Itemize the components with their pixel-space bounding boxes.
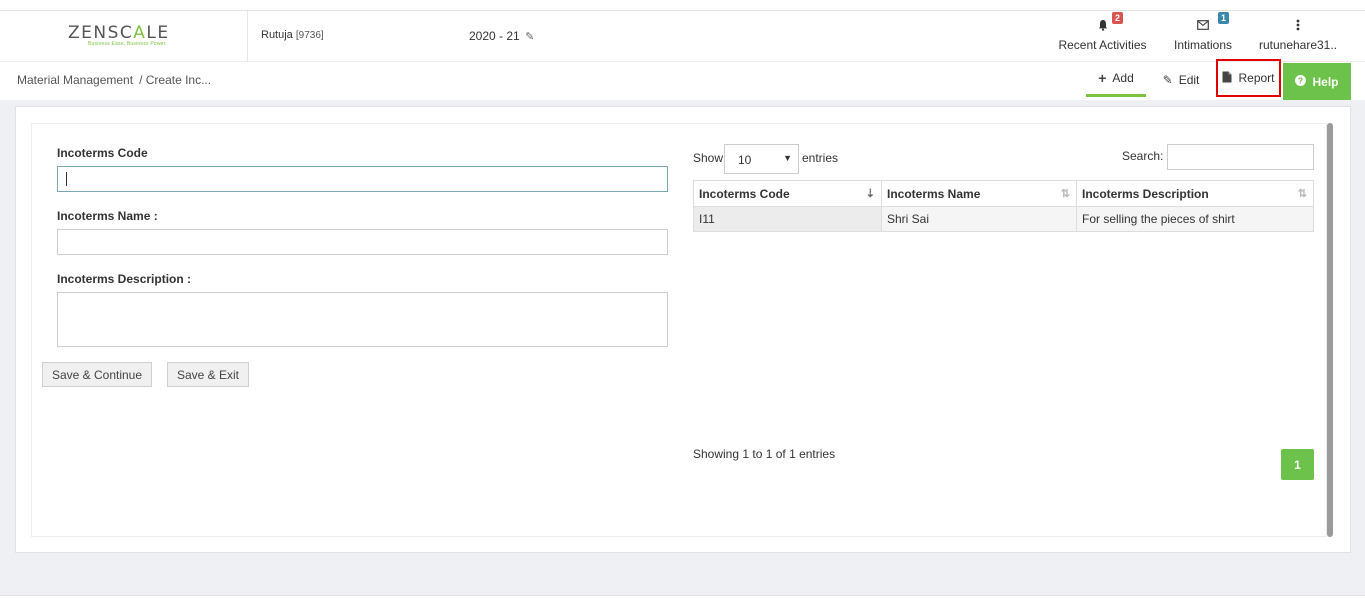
- edit-button[interactable]: ✎ Edit: [1156, 62, 1206, 97]
- recent-activities-badge: 2: [1112, 12, 1124, 24]
- account-label: rutunehare31..: [1258, 38, 1338, 52]
- add-button[interactable]: + Add: [1086, 62, 1146, 97]
- incoterms-description-label: Incoterms Description :: [57, 272, 192, 286]
- fiscal-year[interactable]: 2020 - 21 ✎: [469, 29, 534, 43]
- logo-tagline: Business Ease, Business Power.: [88, 41, 167, 47]
- page-length-select[interactable]: 10 ▼: [724, 144, 799, 174]
- column-header-code[interactable]: Incoterms Code ⇣: [693, 180, 882, 207]
- show-label: Show: [693, 151, 724, 165]
- svg-text:?: ?: [1298, 76, 1303, 86]
- cell-name: Shri Sai: [881, 206, 1077, 232]
- breadcrumb: Material Management / Create Inc...: [17, 73, 211, 87]
- envelope-icon: [1197, 19, 1209, 33]
- question-circle-icon: ?: [1295, 75, 1307, 89]
- user-id: [9736]: [295, 30, 324, 41]
- intimations-label: Intimations: [1173, 38, 1233, 52]
- table-header-row: Incoterms Code ⇣ Incoterms Name ⇅ Incote…: [693, 180, 1314, 207]
- table-row[interactable]: I11 Shri Sai For selling the pieces of s…: [693, 206, 1314, 232]
- table-info: Showing 1 to 1 of 1 entries: [693, 447, 836, 461]
- more-vertical-icon: [1296, 19, 1300, 34]
- sort-icon: ⇅: [1297, 188, 1307, 200]
- breadcrumb-page: / Create Inc...: [139, 73, 212, 87]
- edit-icon[interactable]: ✎: [525, 31, 534, 43]
- intimations[interactable]: 1 Intimations: [1168, 11, 1238, 62]
- save-exit-button[interactable]: Save & Exit: [167, 362, 249, 387]
- cell-code: I11: [693, 206, 882, 232]
- recent-activities-label: Recent Activities: [1058, 38, 1147, 52]
- search-label: Search:: [1122, 149, 1164, 163]
- incoterms-table: Incoterms Code ⇣ Incoterms Name ⇅ Incote…: [693, 180, 1314, 232]
- incoterms-name-label: Incoterms Name :: [57, 209, 158, 223]
- sort-ascending-icon: ⇣: [865, 188, 875, 200]
- user-name: Rutuja: [261, 29, 293, 41]
- edit-icon: ✎: [1162, 72, 1173, 87]
- column-header-description[interactable]: Incoterms Description ⇅: [1076, 180, 1314, 207]
- breadcrumb-module[interactable]: Material Management: [17, 73, 133, 87]
- fiscal-year-label: 2020 - 21: [469, 29, 520, 43]
- search-input[interactable]: [1167, 144, 1314, 170]
- help-label: Help: [1312, 75, 1339, 89]
- incoterms-code-input[interactable]: [57, 166, 668, 192]
- plus-icon: +: [1098, 70, 1107, 86]
- file-icon: [1222, 71, 1232, 86]
- sort-icon: ⇅: [1060, 188, 1070, 200]
- edit-label: Edit: [1178, 72, 1200, 87]
- cell-description: For selling the pieces of shirt: [1076, 206, 1314, 232]
- help-button[interactable]: ? Help: [1283, 63, 1351, 101]
- vertical-scrollbar[interactable]: [1327, 123, 1333, 537]
- save-continue-button[interactable]: Save & Continue: [42, 362, 152, 387]
- entries-label: entries: [802, 151, 839, 165]
- incoterms-code-label: Incoterms Code: [57, 146, 148, 160]
- add-label: Add: [1112, 71, 1134, 85]
- caret-down-icon: ▼: [783, 153, 792, 163]
- report-label: Report: [1238, 71, 1275, 85]
- intimations-badge: 1: [1218, 12, 1230, 24]
- text-caret: [66, 172, 67, 186]
- column-header-name[interactable]: Incoterms Name ⇅: [881, 180, 1077, 207]
- logo-area[interactable]: ZENSCALE Business Ease, Business Power.: [0, 11, 248, 62]
- user-info: Rutuja [9736]: [261, 29, 324, 41]
- logo: ZENSCALE: [68, 23, 170, 43]
- report-button[interactable]: Report: [1216, 59, 1281, 97]
- incoterms-name-input[interactable]: [57, 229, 668, 255]
- account-menu[interactable]: rutunehare31..: [1256, 11, 1340, 62]
- recent-activities[interactable]: 2 Recent Activities: [1055, 11, 1150, 62]
- page-length-value: 10: [738, 153, 752, 167]
- sub-header: Material Management / Create Inc... + Add…: [0, 59, 1365, 101]
- bell-icon: [1097, 19, 1109, 34]
- top-header: ZENSCALE Business Ease, Business Power. …: [0, 10, 1365, 62]
- pagination-page-1[interactable]: 1: [1281, 449, 1314, 480]
- incoterms-description-textarea[interactable]: [57, 292, 668, 347]
